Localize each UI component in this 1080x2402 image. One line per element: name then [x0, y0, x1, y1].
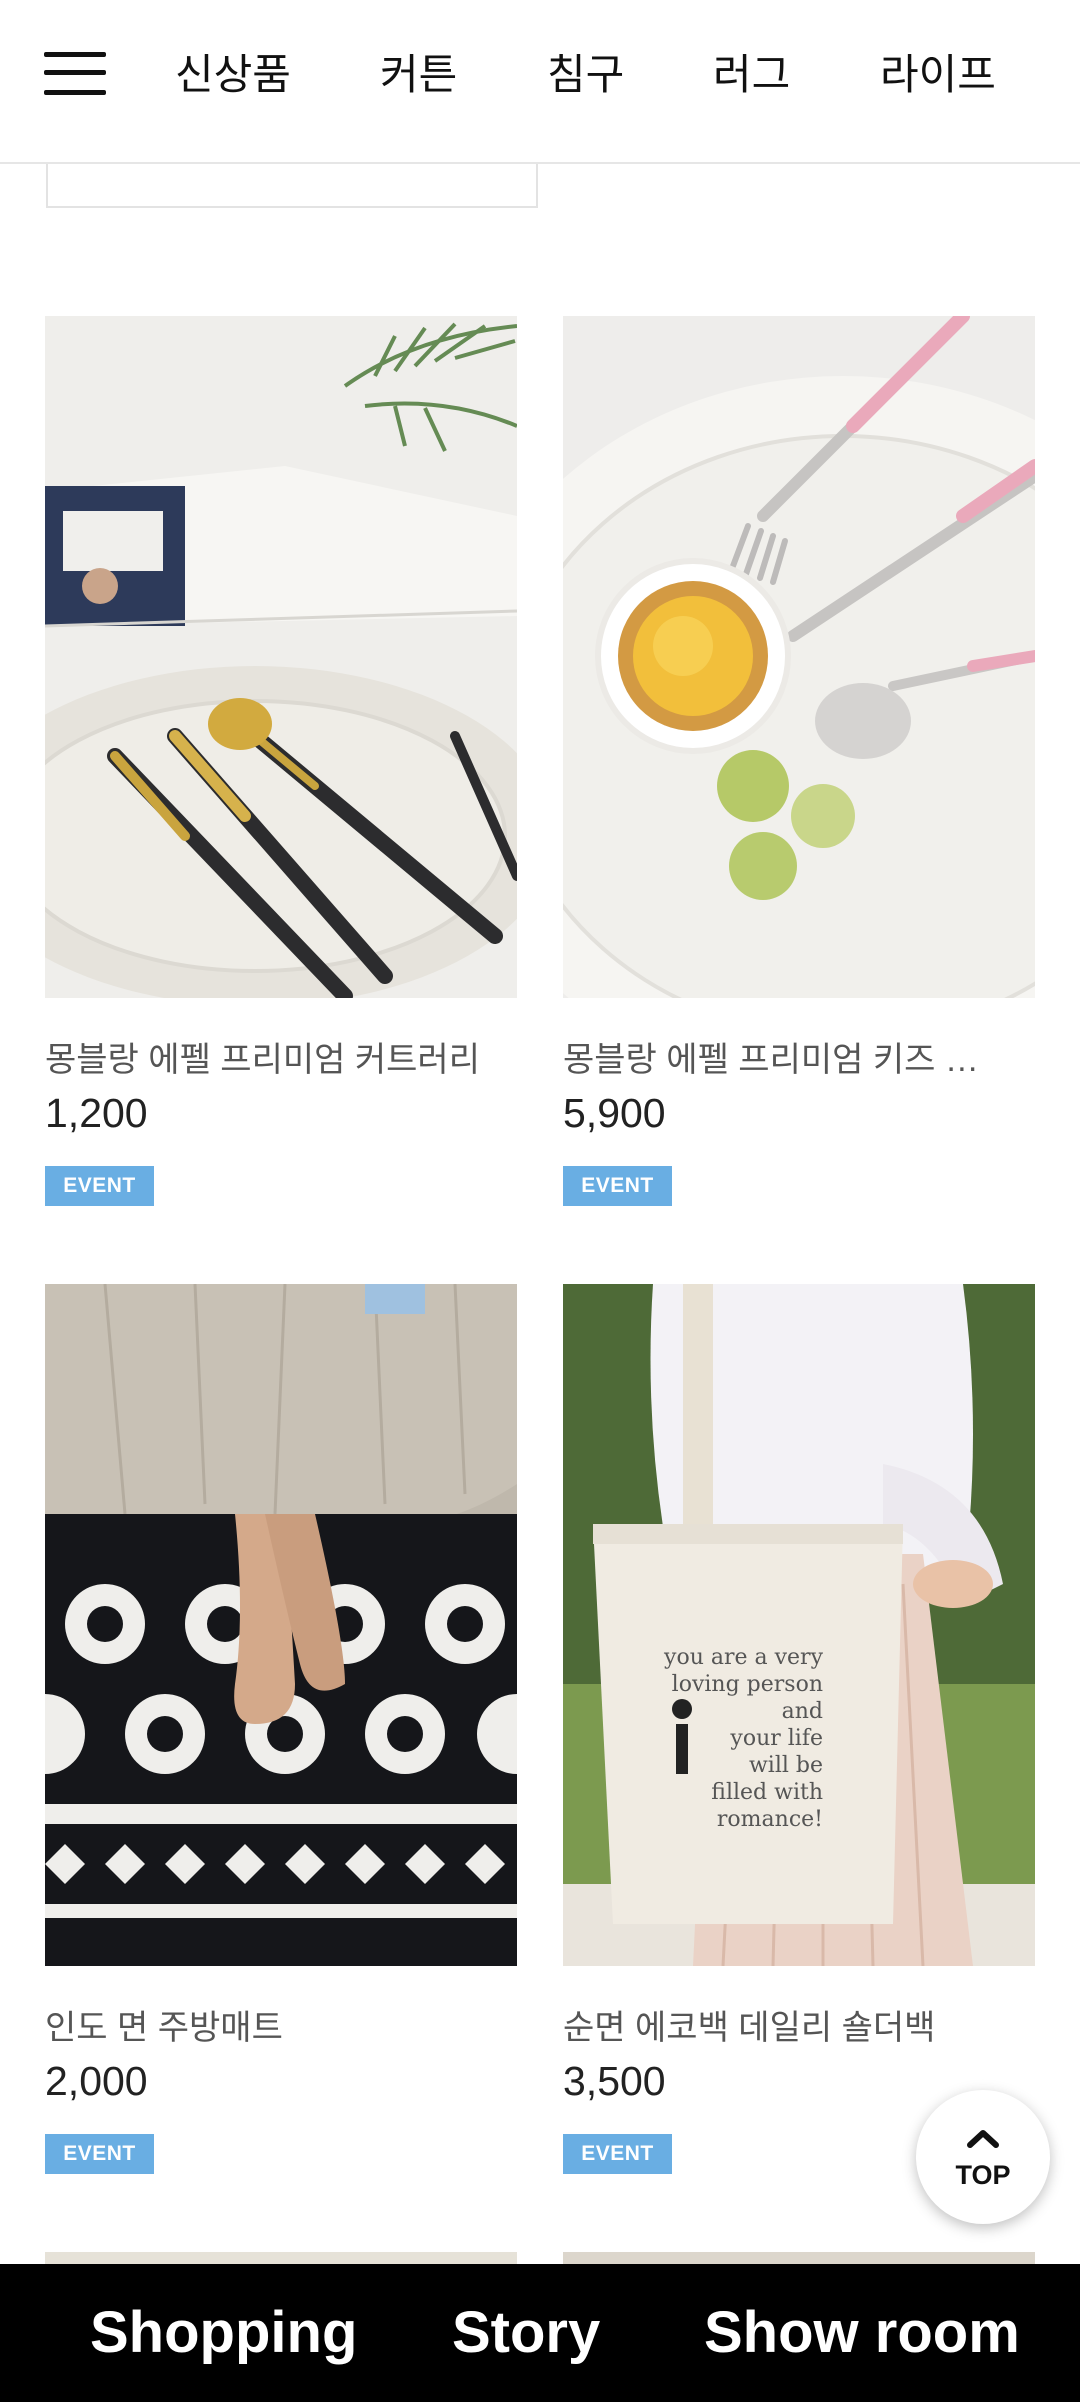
bag-print-line: your life [730, 1726, 823, 1751]
product-image[interactable] [563, 316, 1035, 998]
nav-item-new[interactable]: 신상품 [175, 40, 291, 110]
bottom-nav-bar: Shopping Story Show room [0, 2264, 1080, 2402]
bag-print-line: you are a very [664, 1645, 823, 1670]
product-price: 5,900 [563, 1090, 666, 1136]
event-badge: EVENT [563, 2134, 672, 2174]
nav-item-life[interactable]: 라이프 [880, 40, 996, 110]
scroll-top-button[interactable]: TOP [916, 2090, 1050, 2224]
product-name[interactable]: 순면 에코백 데일리 숄더백 [563, 2000, 1035, 2049]
bag-print-line: will be [748, 1753, 823, 1778]
event-badge: EVENT [45, 1166, 154, 1206]
bottom-nav-story[interactable]: Story [452, 2294, 600, 2372]
scroll-top-label: TOP [955, 2160, 1011, 2190]
top-header: 신상품 커튼 침구 러그 라이프 [0, 0, 1080, 164]
hamburger-menu-icon[interactable] [44, 48, 106, 98]
event-badge: EVENT [45, 2134, 154, 2174]
bag-print-line: filled with [711, 1780, 823, 1805]
product-name[interactable]: 몽블랑 에펠 프리미엄 커트러리 [45, 1032, 517, 1081]
product-price: 2,000 [45, 2058, 148, 2104]
bottom-nav-showroom[interactable]: Show room [704, 2294, 1020, 2372]
product-image[interactable] [45, 316, 517, 998]
chevron-up-icon [967, 2130, 999, 2148]
product-price: 1,200 [45, 1090, 148, 1136]
bag-print-line: loving person [671, 1672, 823, 1697]
nav-item-curtain[interactable]: 커튼 [380, 40, 457, 110]
product-image[interactable]: you are a very loving person and your li… [563, 1284, 1035, 1966]
nav-item-bedding[interactable]: 침구 [547, 40, 624, 110]
product-name[interactable]: 몽블랑 에펠 프리미엄 키즈 … [563, 1032, 1035, 1081]
bag-print-line: and [781, 1699, 823, 1724]
product-price: 3,500 [563, 2058, 666, 2104]
bag-print-text: you are a very loving person and your li… [663, 1644, 823, 1833]
product-image[interactable] [45, 1284, 517, 1966]
nav-item-rug[interactable]: 러그 [713, 40, 790, 110]
bottom-nav-shopping[interactable]: Shopping [90, 2294, 357, 2372]
bag-print-line: romance! [716, 1807, 823, 1832]
event-badge: EVENT [563, 1166, 672, 1206]
product-name[interactable]: 인도 면 주방매트 [45, 2000, 517, 2049]
